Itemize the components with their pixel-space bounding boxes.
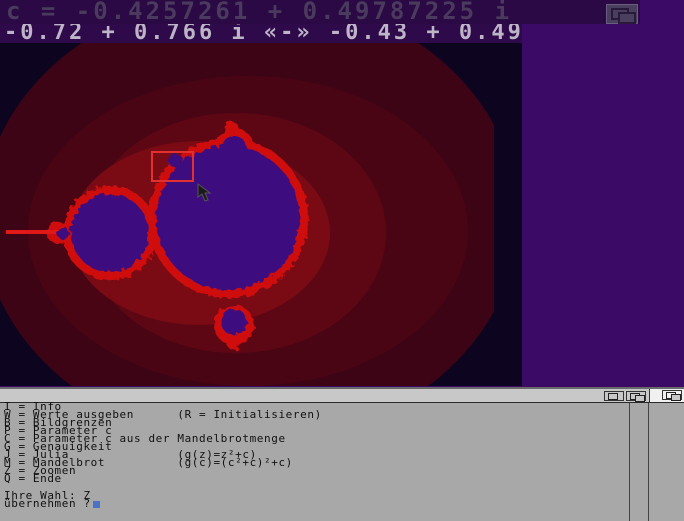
filament: [6, 230, 58, 234]
cli-divider-2: [648, 403, 649, 521]
menu-item-mandelbrot: M = Mandelbrot (g(c)=(c²+c)²+c): [4, 456, 293, 469]
range-text: -0.72 + 0.766 i «-» -0.43 + 0.498: [4, 24, 522, 43]
depth-front-icon: [671, 394, 681, 401]
amiga-screen: c = -0.4257261 + 0.49787225 i -0.72 + 0.…: [0, 0, 684, 521]
window-depth-gadget[interactable]: [662, 390, 682, 401]
mandelbrot-image[interactable]: [0, 43, 494, 386]
fractal-canvas[interactable]: [0, 43, 522, 386]
cli-divider-1: [629, 403, 630, 521]
depth-gadget[interactable]: [626, 391, 646, 402]
zoom-icon: [608, 393, 618, 400]
range-bar: -0.72 + 0.766 i «-» -0.43 + 0.498: [0, 24, 522, 43]
text-cursor: [92, 500, 100, 508]
screen-title: c = -0.4257261 + 0.49787225 i: [6, 0, 513, 24]
confirm-label: übernehmen ?: [4, 497, 91, 510]
depth-front-icon: [618, 12, 636, 24]
screen-depth-gadget[interactable]: [606, 4, 638, 24]
cli-text-area[interactable]: I = Info W = Werte ausgeben (R = Initial…: [4, 401, 628, 521]
cli-window[interactable]: I = Info W = Werte ausgeben (R = Initial…: [0, 387, 684, 521]
choice-prompt: Ihre Wahl: Z: [4, 489, 91, 502]
canvas-right-strip: [494, 43, 522, 386]
confirm-prompt[interactable]: übernehmen ?: [4, 497, 628, 510]
cli-title-bar[interactable]: [0, 389, 684, 403]
menu-item-ende: Q = Ende: [4, 472, 62, 485]
depth-front-icon: [635, 395, 645, 402]
screen-title-bar[interactable]: c = -0.4257261 + 0.49787225 i: [0, 0, 640, 24]
cli-title-corner: [649, 389, 684, 402]
zoom-gadget[interactable]: [604, 391, 624, 401]
